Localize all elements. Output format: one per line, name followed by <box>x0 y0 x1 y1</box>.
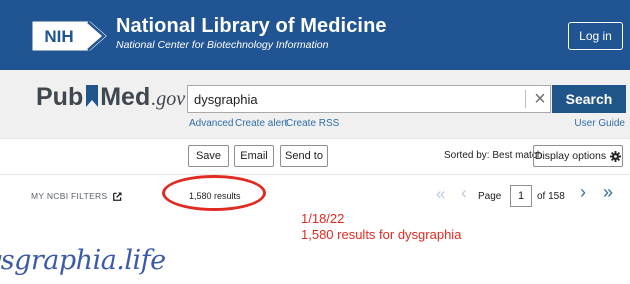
external-link-icon <box>113 191 123 201</box>
search-band: Pub Med .gov × Search Advanced Create al… <box>0 70 630 138</box>
save-button[interactable]: Save <box>188 145 229 167</box>
highlight-circle <box>162 175 266 211</box>
create-rss-link[interactable]: Create RSS <box>286 118 339 129</box>
nih-badge-shape: NIH <box>32 21 107 51</box>
row-divider <box>0 174 630 175</box>
double-chevron-right-icon[interactable]: » <box>603 182 613 203</box>
search-button[interactable]: Search <box>552 85 626 113</box>
filters-label: MY NCBI FILTERS <box>31 191 108 201</box>
nih-badge-text: NIH <box>44 27 73 46</box>
display-options-button[interactable]: Display options <box>533 145 623 167</box>
page-total: of 158 <box>537 191 565 202</box>
double-chevron-left-icon[interactable]: « <box>436 184 445 204</box>
close-icon[interactable]: × <box>530 87 550 111</box>
sort-selector[interactable]: Sorted by: Best match <box>444 150 542 161</box>
band-divider <box>0 138 630 139</box>
logo-gov-text: .gov <box>151 88 186 110</box>
nlm-title[interactable]: National Library of Medicine <box>116 15 387 38</box>
nih-header-bar: NIH National Library of Medicine Nationa… <box>0 0 630 70</box>
bookmark-icon <box>86 85 99 107</box>
annotation-date: 1/18/22 <box>301 211 345 226</box>
send-to-button[interactable]: Send to <box>280 145 328 167</box>
pubmed-logo[interactable]: Pub Med .gov <box>36 83 185 112</box>
create-alert-link[interactable]: Create alert <box>235 118 287 129</box>
dysgraphia-life-watermark: ysgraphia.life <box>0 245 166 276</box>
page-number-input[interactable] <box>510 185 532 207</box>
page-label: Page <box>478 191 502 202</box>
ncbi-subtitle: National Center for Biotechnology Inform… <box>116 39 329 51</box>
email-button[interactable]: Email <box>234 145 274 167</box>
display-options-label: Display options <box>534 150 607 162</box>
login-button[interactable]: Log in <box>568 22 623 50</box>
logo-pub-text: Pub <box>36 83 84 111</box>
advanced-link[interactable]: Advanced <box>189 118 233 129</box>
chevron-right-icon[interactable]: › <box>580 182 586 203</box>
nih-logo-badge[interactable]: NIH <box>32 21 108 51</box>
annotation-note: 1,580 results for dysgraphia <box>301 227 462 242</box>
clear-divider <box>525 90 526 108</box>
my-ncbi-filters[interactable]: MY NCBI FILTERS <box>31 191 123 201</box>
logo-med-text: Med <box>100 83 151 111</box>
gear-icon <box>610 150 622 162</box>
chevron-left-icon[interactable]: ‹ <box>461 183 467 203</box>
user-guide-link[interactable]: User Guide <box>574 118 625 129</box>
search-input[interactable] <box>187 85 551 113</box>
